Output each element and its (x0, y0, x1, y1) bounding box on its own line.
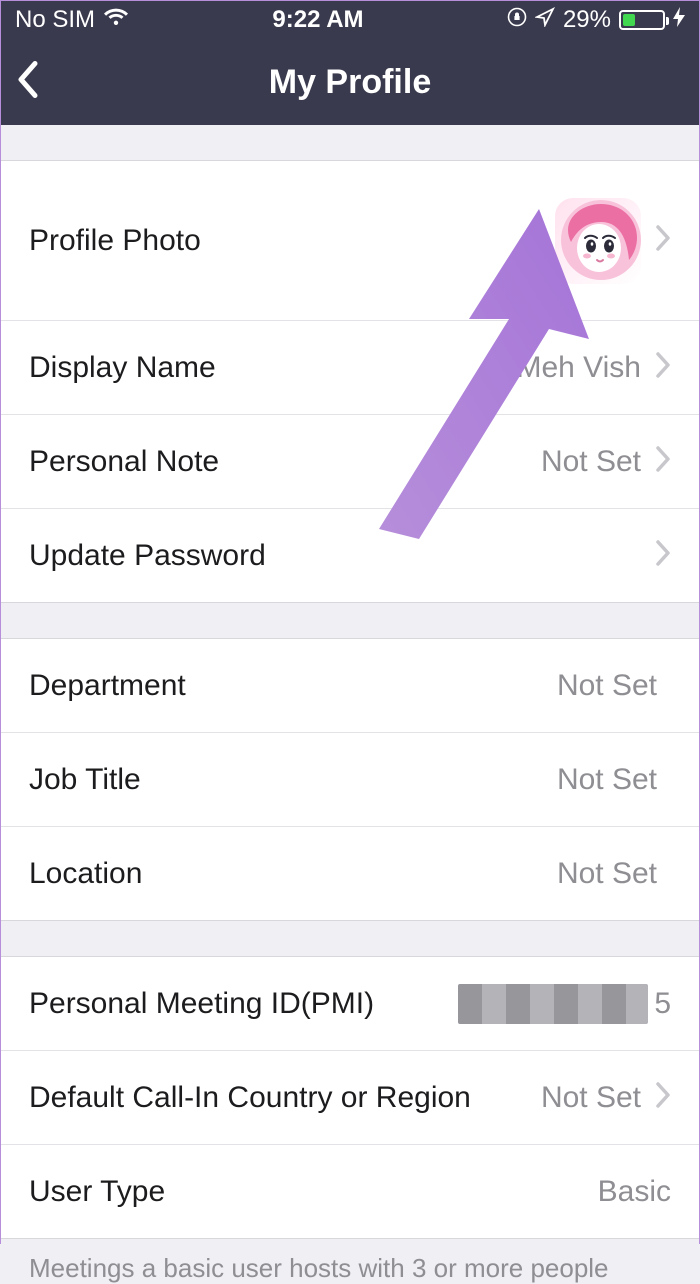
nav-bar: My Profile (1, 39, 699, 125)
row-job-title[interactable]: Job Title Not Set (1, 733, 699, 827)
redacted-value (458, 984, 648, 1024)
section-account: Profile Photo Display Name Meh Vish (1, 161, 699, 603)
row-value-tail: 5 (654, 987, 671, 1021)
row-department[interactable]: Department Not Set (1, 639, 699, 733)
wifi-icon (103, 6, 129, 34)
row-label: Update Password (29, 539, 655, 573)
row-profile-photo[interactable]: Profile Photo (1, 161, 699, 321)
row-value: Not Set (557, 763, 657, 797)
avatar (555, 198, 641, 284)
orientation-lock-icon (507, 6, 527, 34)
row-value: Not Set (557, 669, 657, 703)
page-title: My Profile (269, 63, 431, 102)
section-meeting: Personal Meeting ID(PMI) 5 Default Call-… (1, 957, 699, 1239)
battery-icon (619, 10, 665, 30)
status-time: 9:22 AM (272, 6, 363, 34)
row-personal-note[interactable]: Personal Note Not Set (1, 415, 699, 509)
row-call-in-country[interactable]: Default Call-In Country or Region Not Se… (1, 1051, 699, 1145)
row-value: Not Set (541, 1081, 641, 1115)
charging-icon (673, 6, 685, 34)
row-value: Not Set (541, 445, 641, 479)
row-label: Department (29, 669, 557, 703)
section-gap (1, 125, 699, 161)
carrier-text: No SIM (15, 6, 95, 34)
row-label: Profile Photo (29, 224, 555, 258)
row-location[interactable]: Location Not Set (1, 827, 699, 921)
row-user-type[interactable]: User Type Basic (1, 1145, 699, 1239)
row-value: Meh Vish (516, 351, 641, 385)
row-label: Personal Note (29, 445, 541, 479)
back-button[interactable] (15, 58, 43, 107)
row-label: Display Name (29, 351, 516, 385)
row-value: Basic (598, 1175, 671, 1209)
row-label: Personal Meeting ID(PMI) (29, 987, 458, 1021)
footer-note: Meetings a basic user hosts with 3 or mo… (1, 1239, 699, 1284)
battery-pct: 29% (563, 6, 611, 34)
chevron-right-icon (655, 539, 671, 572)
location-icon (535, 6, 555, 34)
section-gap (1, 603, 699, 639)
chevron-right-icon (655, 351, 671, 384)
row-label: Job Title (29, 763, 557, 797)
row-display-name[interactable]: Display Name Meh Vish (1, 321, 699, 415)
chevron-right-icon (655, 1081, 671, 1114)
row-label: Default Call-In Country or Region (29, 1081, 541, 1115)
chevron-right-icon (655, 224, 671, 257)
row-value: Not Set (557, 857, 657, 891)
row-label: User Type (29, 1175, 598, 1209)
row-pmi[interactable]: Personal Meeting ID(PMI) 5 (1, 957, 699, 1051)
section-org: Department Not Set Job Title Not Set Loc… (1, 639, 699, 921)
section-gap (1, 921, 699, 957)
status-bar: No SIM 9:22 AM 29% (1, 1, 699, 39)
row-update-password[interactable]: Update Password (1, 509, 699, 603)
chevron-right-icon (655, 445, 671, 478)
row-label: Location (29, 857, 557, 891)
